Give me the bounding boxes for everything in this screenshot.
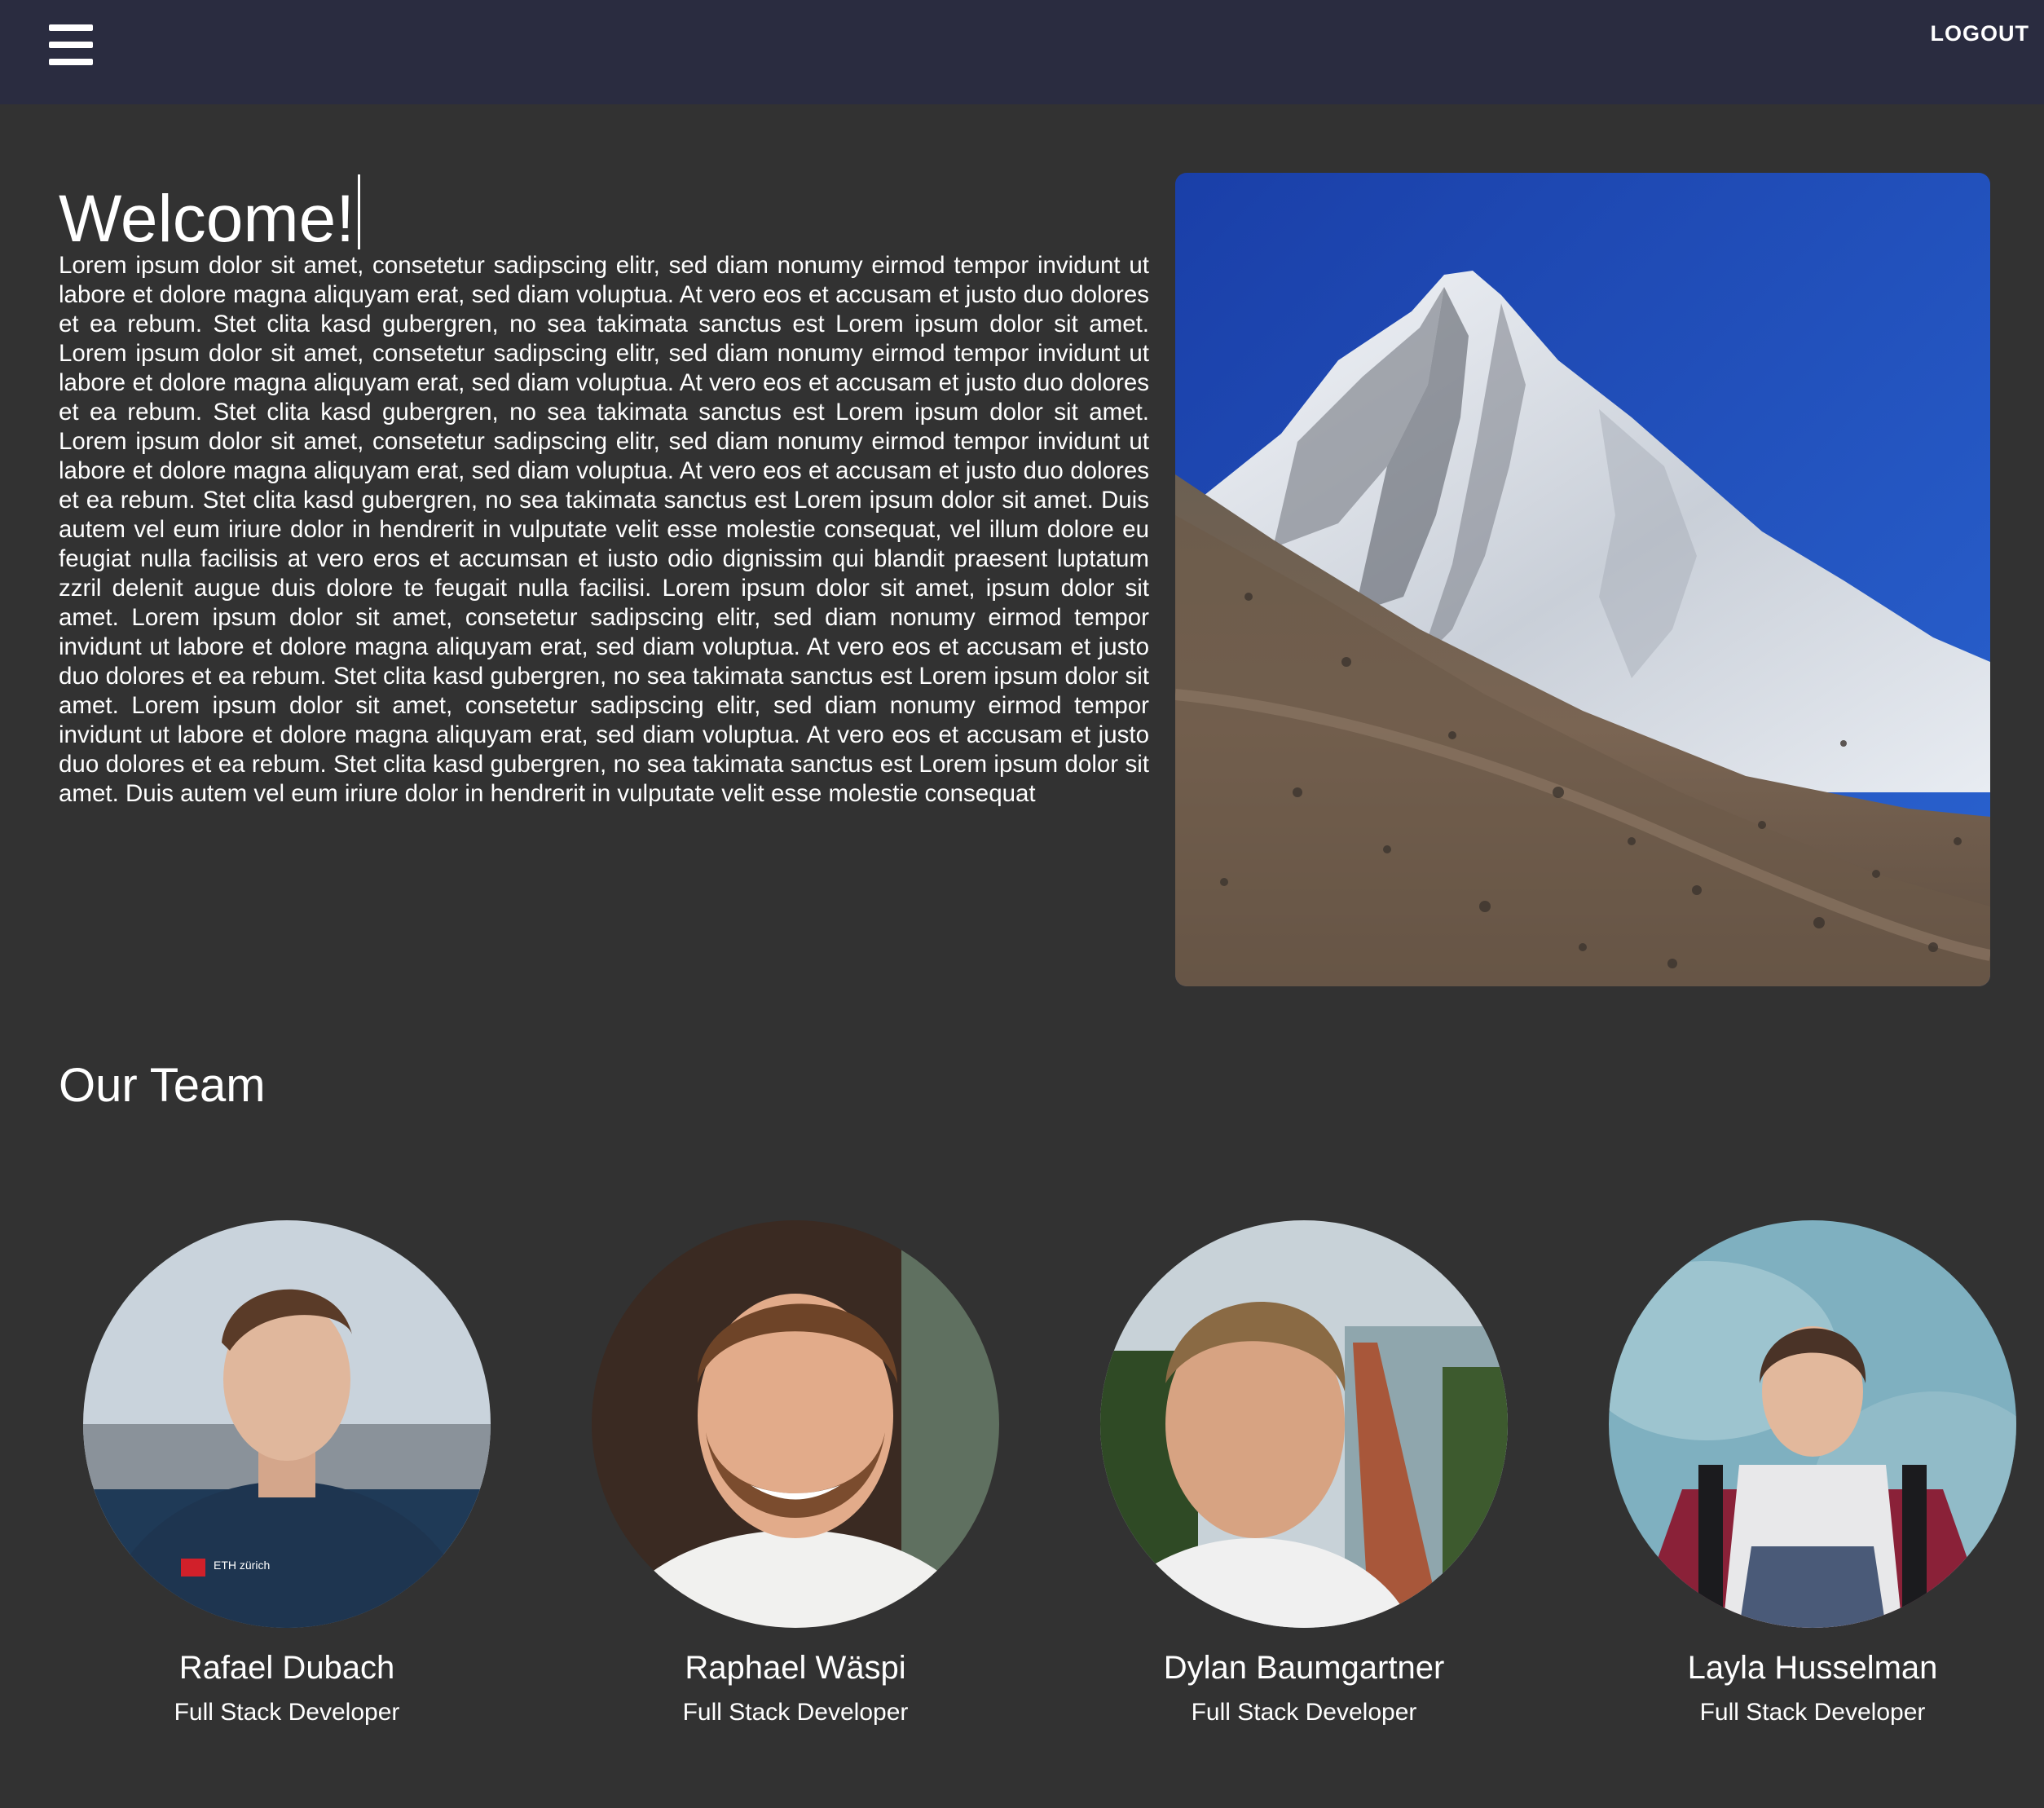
avatar-portrait xyxy=(1609,1220,2016,1628)
team-member-name: Raphael Wäspi xyxy=(685,1650,906,1686)
menu-icon-bar xyxy=(49,59,93,65)
team-member-name: Rafael Dubach xyxy=(178,1650,395,1686)
team-member-card: Dylan Baumgartner Full Stack Developer xyxy=(1100,1220,1508,1729)
team-member-role: Full Stack Developer xyxy=(1191,1699,1417,1726)
avatar-portrait: ETH zürich xyxy=(83,1220,491,1628)
mountain-illustration xyxy=(1175,173,1990,986)
team-member-avatar xyxy=(592,1220,999,1628)
team-member-avatar: ETH zürich xyxy=(83,1220,491,1628)
welcome-heading-text: Welcome! xyxy=(59,182,355,256)
team-heading: Our Team xyxy=(59,1059,266,1112)
top-navigation-bar: LOGOUT xyxy=(0,0,2044,104)
team-member-card: Layla Husselman Full Stack Developer xyxy=(1609,1220,2016,1729)
team-member-role: Full Stack Developer xyxy=(682,1699,909,1726)
avatar-portrait xyxy=(1100,1220,1508,1628)
text-cursor xyxy=(358,174,361,249)
team-member-card: ETH zürich Rafael Dubach Full Stack Deve… xyxy=(83,1220,491,1729)
mountain-photo xyxy=(1175,173,1990,986)
team-member-role: Full Stack Developer xyxy=(174,1699,400,1726)
svg-text:ETH zürich: ETH zürich xyxy=(214,1559,270,1572)
hamburger-menu-icon[interactable] xyxy=(46,23,96,67)
menu-icon-bar xyxy=(49,42,93,48)
team-member-name: Layla Husselman xyxy=(1687,1650,1938,1686)
team-member-name: Dylan Baumgartner xyxy=(1163,1650,1445,1686)
team-member-avatar xyxy=(1100,1220,1508,1628)
team-member-avatar xyxy=(1609,1220,2016,1628)
intro-paragraph: Lorem ipsum dolor sit amet, consetetur s… xyxy=(59,252,1149,807)
welcome-heading: Welcome! xyxy=(59,174,361,260)
team-member-role: Full Stack Developer xyxy=(1699,1699,1926,1726)
team-member-card: Raphael Wäspi Full Stack Developer xyxy=(592,1220,999,1729)
avatar-portrait xyxy=(592,1220,999,1628)
logout-button[interactable]: LOGOUT xyxy=(1931,21,2030,46)
menu-icon-bar xyxy=(49,24,93,31)
